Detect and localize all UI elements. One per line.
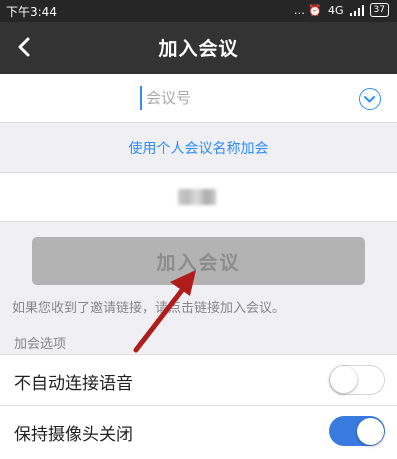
meeting-id-input[interactable] <box>140 86 348 110</box>
meeting-id-row <box>0 74 397 123</box>
signal-icon <box>349 4 364 16</box>
header-bar: 加入会议 <box>0 22 397 74</box>
display-name-field <box>178 189 216 205</box>
invite-hint-text: 如果您收到了邀请链接，请点击链接加入会议。 <box>12 301 286 316</box>
join-meeting-button[interactable]: 加入会议 <box>32 237 365 285</box>
use-personal-name-link[interactable]: 使用个人会议名称加会 <box>0 138 397 158</box>
option-label-camera-off: 保持摄像头关闭 <box>14 425 133 445</box>
network-indicator: 4G <box>328 3 344 17</box>
meeting-history-dropdown[interactable] <box>359 88 381 110</box>
toggle-knob <box>330 366 357 393</box>
display-name-row[interactable] <box>0 172 397 222</box>
toggle-camera-off[interactable] <box>329 416 385 446</box>
status-icons: … ⏰ 4G 37 <box>294 3 389 17</box>
join-options-heading: 加会选项 <box>14 337 67 352</box>
battery-icon: 37 <box>369 3 389 17</box>
toggle-knob <box>357 417 384 445</box>
option-row-camera-off: 保持摄像头关闭 <box>0 405 397 459</box>
toggle-no-audio[interactable] <box>329 365 385 395</box>
option-row-no-audio: 不自动连接语音 <box>0 354 397 405</box>
status-misc-icons: … ⏰ <box>293 3 323 17</box>
page-title: 加入会议 <box>158 38 239 60</box>
option-label-no-audio: 不自动连接语音 <box>14 374 133 394</box>
status-time: 下午3:44 <box>6 5 57 19</box>
status-bar: 下午3:44 … ⏰ 4G 37 <box>0 0 397 22</box>
chevron-down-icon <box>364 96 375 103</box>
